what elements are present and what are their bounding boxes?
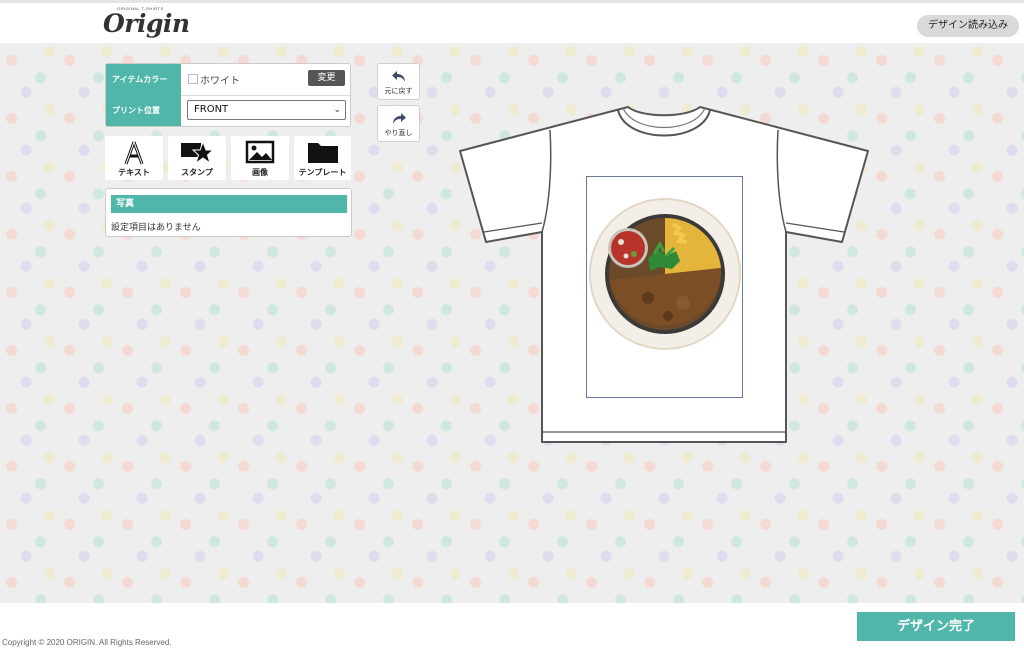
- layer-panel: 写真 設定項目はありません: [105, 188, 352, 237]
- tool-label-stamp: スタンプ: [181, 168, 213, 177]
- undo-button[interactable]: 元に戻す: [377, 63, 420, 100]
- redo-label: やり直し: [384, 129, 413, 137]
- tool-label-image: 画像: [252, 168, 268, 177]
- item-color-row: アイテムカラー ホワイト 変更: [106, 64, 352, 96]
- redo-button[interactable]: やり直し: [377, 105, 420, 142]
- add-image-button[interactable]: 画像: [231, 136, 289, 180]
- header: ORIGINAL T-SHIRTS Origin デザイン読み込み: [0, 0, 1024, 43]
- color-swatch: [188, 74, 198, 84]
- tool-label-text: テキスト: [118, 168, 150, 177]
- origin-logo[interactable]: ORIGINAL T-SHIRTS Origin: [103, 5, 190, 43]
- item-settings-panel: アイテムカラー ホワイト 変更 プリント位置 FRONT ⌄: [105, 63, 352, 127]
- design-complete-button[interactable]: デザイン完了: [857, 612, 1015, 641]
- design-image[interactable]: [588, 198, 742, 350]
- print-position-value: FRONT: [194, 104, 229, 115]
- add-stamp-button[interactable]: スタンプ: [168, 136, 226, 180]
- item-color-value: ホワイト: [200, 76, 240, 87]
- image-icon: [245, 140, 275, 164]
- change-color-button[interactable]: 変更: [308, 70, 345, 86]
- logo-text: Origin: [103, 9, 190, 38]
- add-text-button[interactable]: テキスト: [105, 136, 163, 180]
- load-design-button[interactable]: デザイン読み込み: [917, 15, 1019, 37]
- stamp-icon: [181, 140, 214, 164]
- layer-empty-message: 設定項目はありません: [111, 223, 201, 233]
- undo-arrow-icon: [392, 71, 405, 82]
- copyright-text: Copyright © 2020 ORIGIN. All Rights Rese…: [2, 638, 172, 647]
- text-icon: [124, 141, 144, 165]
- redo-arrow-icon: [393, 113, 406, 124]
- layer-panel-title: 写真: [111, 195, 347, 213]
- print-position-label: プリント位置: [106, 95, 181, 126]
- footer: Copyright © 2020 ORIGIN. All Rights Rese…: [0, 603, 1024, 648]
- undo-label: 元に戻す: [384, 87, 413, 95]
- print-position-select[interactable]: FRONT ⌄: [187, 100, 346, 120]
- folder-icon: [307, 143, 338, 163]
- add-template-button[interactable]: テンプレート: [294, 136, 351, 180]
- item-color-label: アイテムカラー: [106, 64, 181, 95]
- print-position-row: プリント位置 FRONT ⌄: [106, 95, 352, 126]
- chevron-down-icon: ⌄: [333, 105, 341, 115]
- tool-label-template: テンプレート: [298, 168, 347, 177]
